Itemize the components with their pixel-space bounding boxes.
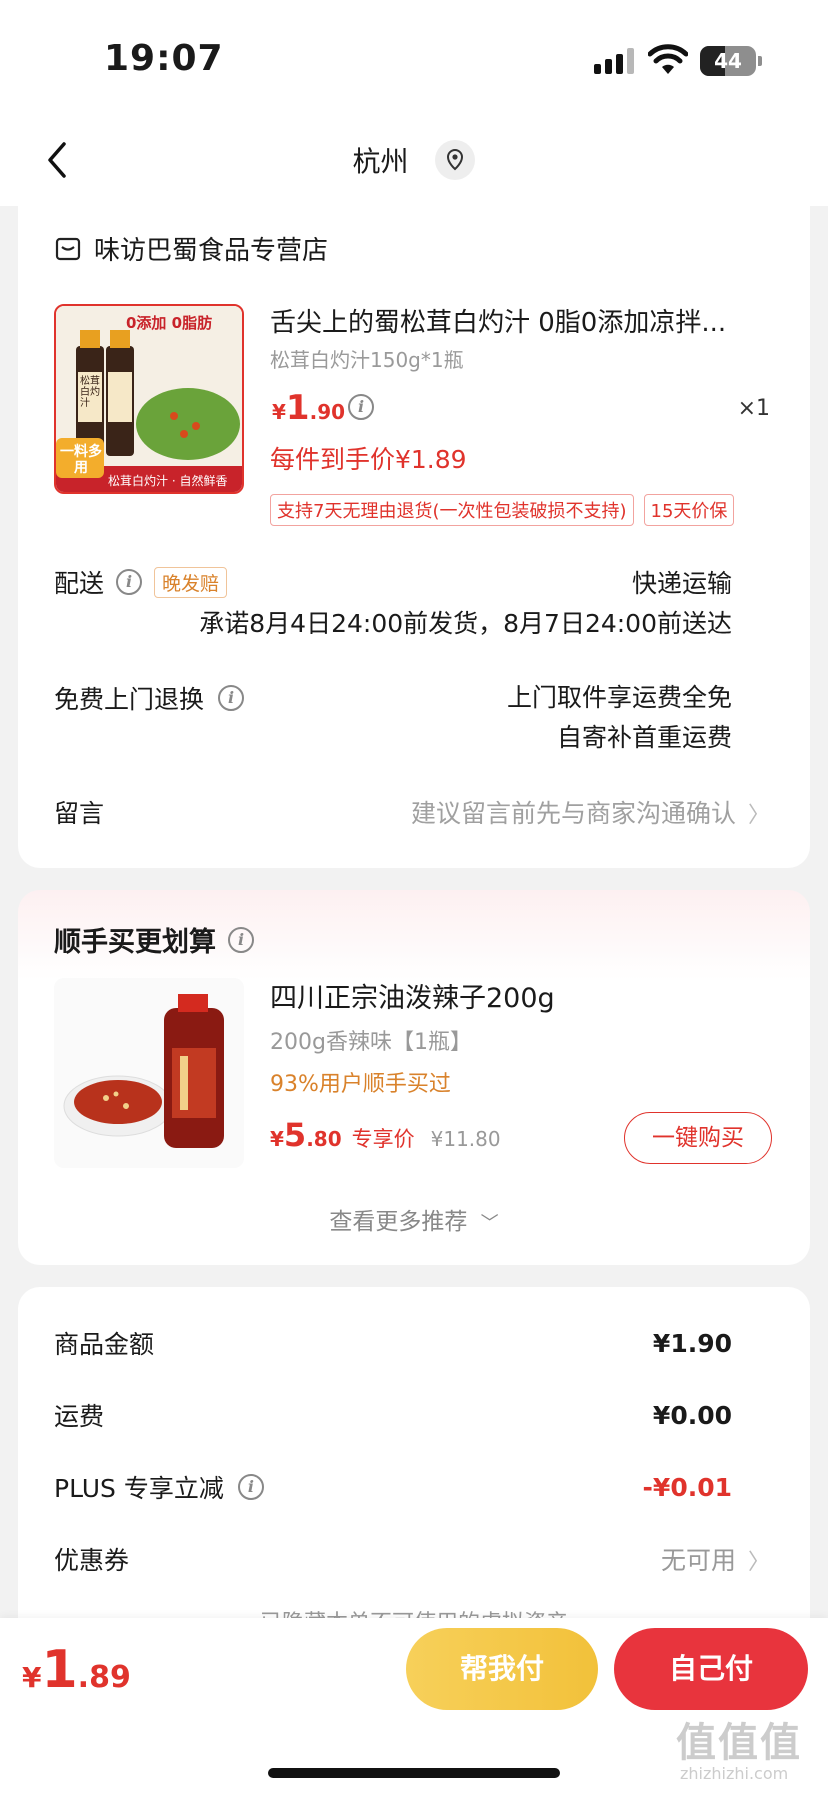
freight-value: ¥0.00 (652, 1400, 732, 1430)
coupon-label: 优惠券 (54, 1546, 130, 1575)
freight-row: 运费 ¥0.00 (54, 1397, 732, 1433)
recommend-price: ¥5.80 专享价 ¥11.80 (270, 1116, 501, 1154)
goods-amount-row: 商品金额 ¥1.90 (54, 1325, 732, 1361)
free-return-label: 免费上门退换 (54, 685, 205, 714)
order-card: 味访巴蜀食品专营店 0添加 0脂肪 松茸白灼汁 一料多用 松茸白灼汁 · 自然鲜… (18, 196, 810, 868)
recommend-price-integer: 5 (283, 1116, 307, 1154)
store-header[interactable]: 味访巴蜀食品专营店 (54, 230, 328, 267)
price-info-icon[interactable]: i (348, 394, 374, 420)
goods-amount-label: 商品金额 (54, 1330, 155, 1359)
price-integer: 1 (285, 388, 310, 428)
recommend-price-decimal: .80 (306, 1127, 342, 1151)
plus-discount-label: PLUS 专享立减 (54, 1474, 224, 1503)
plus-discount-value: -¥0.01 (642, 1472, 732, 1502)
delivery-promise: 承诺8月4日24:00前发货，8月7日24:00前送达 (199, 609, 732, 638)
home-indicator[interactable] (268, 1768, 560, 1778)
help-me-pay-button[interactable]: 帮我付 (406, 1628, 598, 1710)
free-return-row: 免费上门退换 i (54, 680, 245, 716)
total-integer: 1 (41, 1640, 78, 1700)
total-currency: ¥ (22, 1661, 42, 1694)
return-pickup-text: 上门取件享运费全免 (506, 683, 732, 712)
status-bar: 19:07 44 (0, 0, 828, 110)
message-input[interactable]: 建议留言前先与商家沟通确认〉 (411, 794, 770, 830)
wifi-icon (648, 44, 688, 74)
price-decimal: .90 (309, 400, 346, 424)
unit-price: 每件到手价¥1.89 (270, 445, 467, 474)
exclusive-price-label: 专享价 (351, 1127, 415, 1151)
delivery-method[interactable]: 快递运输 (632, 564, 732, 600)
message-placeholder: 建议留言前先与商家沟通确认 (410, 799, 736, 828)
location-pin-icon[interactable] (435, 140, 476, 180)
product-image-tag-2: 0脂肪 (171, 314, 213, 332)
chevron-down-icon: ﹀ (480, 1213, 499, 1234)
return-self-send-text: 自寄补首重运费 (556, 723, 732, 752)
freight-label: 运费 (54, 1402, 105, 1431)
recommend-product-name[interactable]: 四川正宗油泼辣子200g (270, 976, 555, 1015)
product-image-caption: 松茸白灼汁 · 自然鲜香 (108, 474, 228, 488)
product-image[interactable]: 0添加 0脂肪 松茸白灼汁 一料多用 松茸白灼汁 · 自然鲜香 (54, 304, 244, 494)
view-more-recommendations[interactable]: 查看更多推荐 ﹀ (18, 1202, 810, 1236)
chevron-right-icon: 〉 (747, 803, 770, 828)
recommend-header: 顺手买更划算 i (54, 920, 254, 959)
store-icon (55, 237, 81, 260)
total-price: ¥1.89 (22, 1640, 131, 1700)
city-name[interactable]: 杭州 (353, 140, 409, 180)
return-policy-tag: 支持7天无理由退货(一次性包装破损不支持) (270, 494, 634, 526)
product-image-tag-1: 0添加 (126, 314, 167, 332)
goods-amount-value: ¥1.90 (652, 1328, 732, 1358)
status-time: 19:07 (104, 38, 224, 79)
nav-title: 杭州 (0, 140, 828, 180)
checkout-bar: ¥1.89 帮我付 自己付 值值值 zhizhizhi.com (0, 1618, 828, 1796)
original-price: ¥11.80 (430, 1127, 501, 1151)
delivery-label: 配送 (54, 569, 105, 598)
price-summary-card: 商品金额 ¥1.90 运费 ¥0.00 PLUS 专享立减 i -¥0.01 优… (18, 1287, 810, 1647)
coupon-value: 无可用 (660, 1546, 736, 1575)
nav-bar: 杭州 (0, 110, 828, 206)
product-spec[interactable]: 松茸白灼汁150g*1瓶 (270, 344, 464, 373)
message-label: 留言 (54, 799, 105, 828)
delivery-info-icon[interactable]: i (116, 569, 143, 595)
chevron-right-icon: 〉 (747, 1550, 770, 1575)
price-protect-tag: 15天价保 (643, 494, 735, 526)
watermark-logo: 值值值 (676, 1720, 802, 1766)
product-title[interactable]: 舌尖上的蜀松茸白灼汁 0脂0添加凉拌... (270, 302, 790, 339)
service-tags: 支持7天无理由退货(一次性包装破损不支持) 15天价保 (270, 494, 735, 526)
battery-level: 44 (714, 49, 742, 73)
recommend-price-currency: ¥ (270, 1127, 284, 1151)
price-currency: ¥ (272, 400, 286, 424)
one-click-buy-button[interactable]: 一键购买 (624, 1112, 772, 1164)
recommend-card: 顺手买更划算 i 四川正宗油泼辣子200g 200g香辣味【1瓶】 93%用户顺… (18, 890, 810, 1265)
recommend-info-icon[interactable]: i (228, 926, 254, 953)
recommend-bought-rate: 93%用户顺手买过 (270, 1072, 451, 1097)
recommend-product-spec: 200g香辣味【1瓶】 (270, 1030, 472, 1055)
plus-info-icon[interactable]: i (237, 1474, 264, 1500)
recommend-product-image[interactable] (54, 978, 244, 1168)
pay-myself-button[interactable]: 自己付 (614, 1628, 808, 1710)
battery-icon: 44 (700, 46, 762, 76)
plus-discount-row: PLUS 专享立减 i -¥0.01 (54, 1469, 732, 1505)
total-decimal: .89 (77, 1660, 131, 1695)
view-more-label: 查看更多推荐 (329, 1209, 468, 1235)
delivery-row: 配送 i 晚发赔 (54, 564, 228, 600)
late-compensation-badge[interactable]: 晚发赔 (154, 566, 228, 598)
watermark-url: zhizhizhi.com (680, 1764, 789, 1783)
cellular-signal-icon (594, 48, 634, 74)
product-image-bottle-label: 松茸白灼汁 (80, 376, 100, 409)
coupon-row[interactable]: 优惠券 无可用〉 (54, 1541, 770, 1577)
product-image-badge: 一料多用 (60, 444, 102, 476)
product-price: ¥1.90 (272, 388, 345, 428)
return-info-icon[interactable]: i (218, 685, 245, 711)
product-quantity[interactable]: ×1 (738, 396, 770, 421)
store-name: 味访巴蜀食品专营店 (94, 236, 329, 266)
recommend-title: 顺手买更划算 (54, 927, 216, 958)
